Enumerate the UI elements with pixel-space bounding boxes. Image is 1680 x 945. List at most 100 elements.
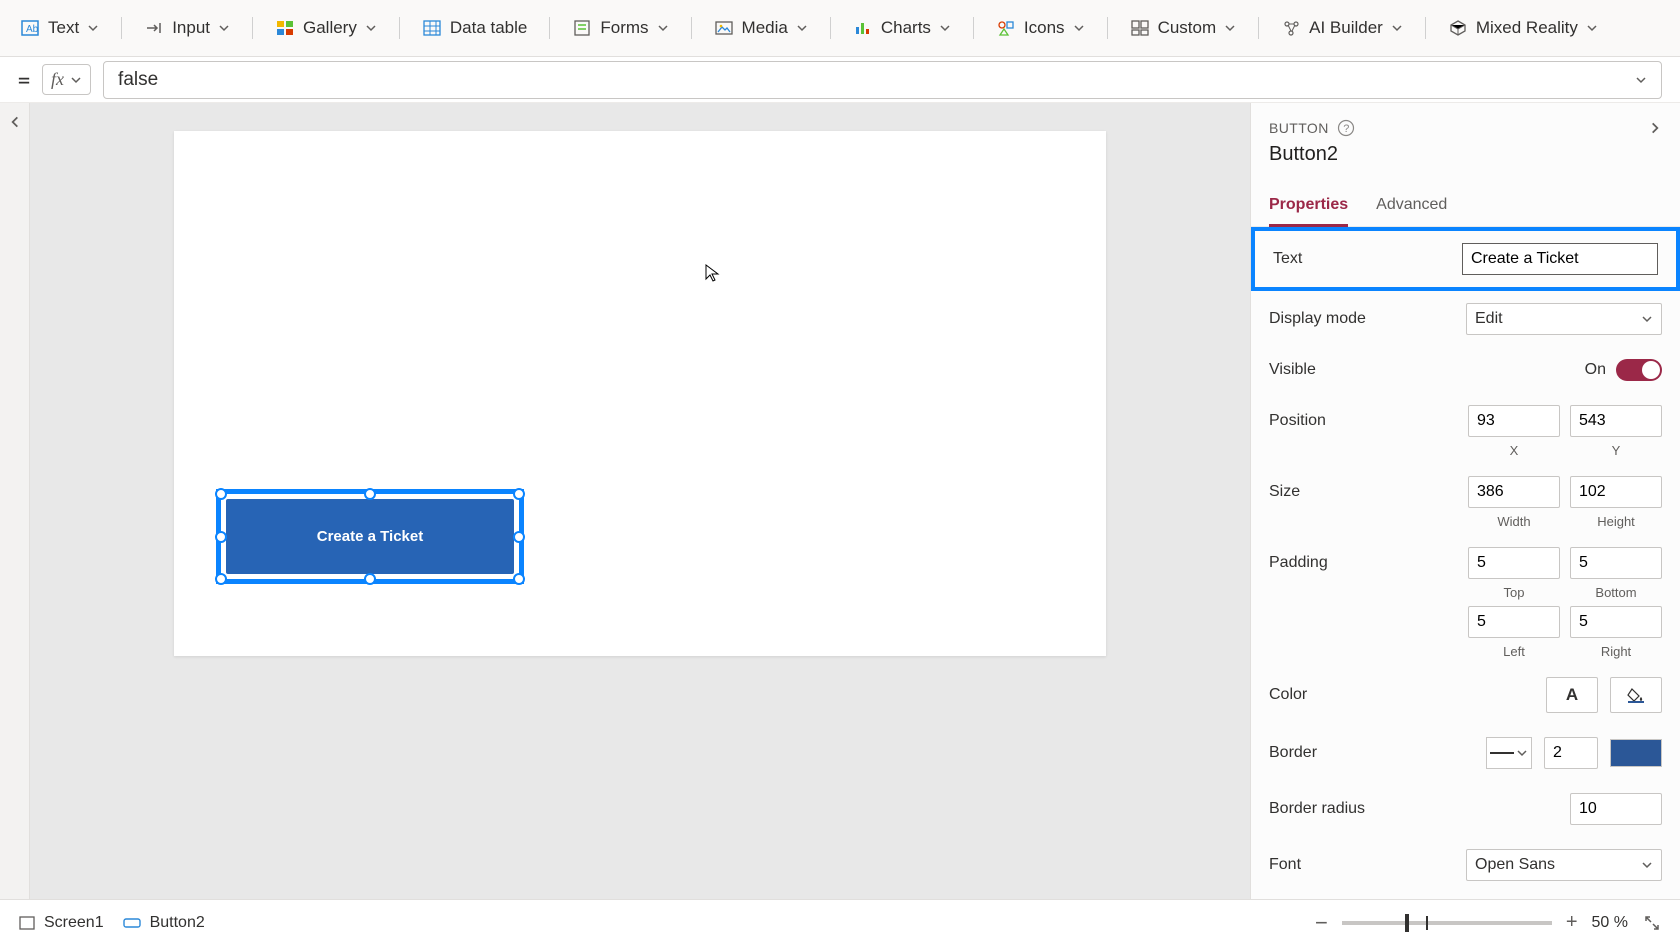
ai-icon — [1281, 19, 1301, 37]
resize-handle-t[interactable] — [364, 488, 376, 500]
resize-handle-b[interactable] — [364, 573, 376, 585]
position-y-input[interactable] — [1570, 405, 1662, 437]
zoom-in-button[interactable]: + — [1566, 911, 1578, 934]
sublabel-height: Height — [1570, 514, 1662, 529]
text-input[interactable] — [1462, 243, 1658, 275]
charts-icon — [853, 19, 873, 37]
prop-padding: Padding — [1251, 535, 1680, 591]
control-name: Button2 — [1269, 143, 1662, 166]
ribbon-charts[interactable]: Charts — [841, 12, 963, 44]
prop-label: Size — [1269, 483, 1300, 501]
ribbon-input[interactable]: Input — [132, 12, 242, 44]
chevron-down-icon — [1635, 74, 1647, 86]
padding-sublabels-2: Left Right — [1251, 644, 1680, 665]
border-color-swatch[interactable] — [1610, 739, 1662, 767]
display-mode-select[interactable]: Edit — [1466, 303, 1662, 335]
visible-toggle[interactable] — [1616, 359, 1662, 381]
ribbon-mixed-reality[interactable]: Mixed Reality — [1436, 12, 1610, 44]
ribbon-label: Charts — [881, 18, 931, 38]
fill-color-button[interactable] — [1610, 677, 1662, 713]
prop-label: Position — [1269, 412, 1326, 430]
ribbon-label: Text — [48, 18, 79, 38]
toggle-state: On — [1585, 361, 1606, 379]
padding-bottom-input[interactable] — [1570, 547, 1662, 579]
control-type-label: BUTTON — [1269, 120, 1329, 136]
chevron-down-icon — [365, 22, 377, 34]
breadcrumb-control[interactable]: Button2 — [122, 914, 205, 932]
ribbon-separator — [549, 17, 550, 39]
media-icon — [714, 19, 734, 37]
ribbon-datatable[interactable]: Data table — [410, 12, 540, 44]
selected-control-button[interactable]: Create a Ticket — [216, 489, 524, 584]
ribbon-forms[interactable]: Forms — [560, 12, 680, 44]
panel-tabs: Properties Advanced — [1251, 186, 1680, 227]
size-sublabels: Width Height — [1251, 514, 1680, 535]
input-icon — [144, 19, 164, 37]
text-icon: Ab — [20, 19, 40, 37]
ribbon-text[interactable]: Ab Text — [8, 12, 111, 44]
ribbon-ai-builder[interactable]: AI Builder — [1269, 12, 1415, 44]
chevron-down-icon — [1586, 22, 1598, 34]
prop-display-mode: Display mode Edit — [1251, 291, 1680, 347]
ribbon-separator — [252, 17, 253, 39]
resize-handle-r[interactable] — [513, 531, 525, 543]
resize-handle-l[interactable] — [215, 531, 227, 543]
chevron-down-icon — [796, 22, 808, 34]
fx-dropdown[interactable]: fx — [42, 64, 91, 95]
resize-handle-tl[interactable] — [215, 488, 227, 500]
zoom-slider[interactable] — [1342, 921, 1552, 925]
resize-handle-br[interactable] — [513, 573, 525, 585]
resize-handle-bl[interactable] — [215, 573, 227, 585]
ribbon-label: Icons — [1024, 18, 1065, 38]
fullscreen-icon[interactable] — [1642, 913, 1662, 933]
canvas-button-label: Create a Ticket — [226, 499, 514, 574]
prop-size: Size — [1251, 464, 1680, 520]
zoom-out-button[interactable]: − — [1315, 910, 1328, 936]
border-radius-input[interactable] — [1570, 793, 1662, 825]
fx-icon: fx — [51, 69, 64, 90]
prop-label: Font — [1269, 856, 1301, 874]
chevron-down-icon — [70, 74, 82, 86]
font-color-button[interactable]: A — [1546, 677, 1598, 713]
button-icon — [122, 916, 142, 930]
chevron-down-icon — [1641, 313, 1653, 325]
chevron-right-icon[interactable] — [1648, 121, 1662, 135]
prop-label: Color — [1269, 686, 1307, 704]
ribbon-custom[interactable]: Custom — [1118, 12, 1249, 44]
border-style-select[interactable] — [1486, 737, 1532, 769]
insert-ribbon: Ab Text Input Gallery Data table Forms M… — [0, 0, 1680, 57]
ribbon-label: Media — [742, 18, 788, 38]
chevron-down-icon — [939, 22, 951, 34]
chevron-left-icon[interactable] — [8, 115, 22, 129]
prop-label: Visible — [1269, 361, 1316, 379]
formula-input[interactable]: false — [103, 61, 1662, 99]
ribbon-separator — [830, 17, 831, 39]
tab-advanced[interactable]: Advanced — [1376, 186, 1447, 226]
padding-sublabels-1: Top Bottom — [1251, 585, 1680, 606]
breadcrumb-screen[interactable]: Screen1 — [18, 914, 104, 932]
prop-color: Color A — [1251, 665, 1680, 725]
canvas-viewport[interactable]: Create a Ticket — [30, 103, 1250, 899]
prop-text: Text — [1251, 227, 1680, 291]
resize-handle-tr[interactable] — [513, 488, 525, 500]
position-x-input[interactable] — [1468, 405, 1560, 437]
chevron-down-icon — [87, 22, 99, 34]
border-width-input[interactable] — [1544, 737, 1598, 769]
padding-left-input[interactable] — [1468, 606, 1560, 638]
tab-properties[interactable]: Properties — [1269, 186, 1348, 226]
size-height-input[interactable] — [1570, 476, 1662, 508]
ribbon-media[interactable]: Media — [702, 12, 820, 44]
prop-position: Position — [1251, 393, 1680, 449]
padding-right-input[interactable] — [1570, 606, 1662, 638]
ribbon-gallery[interactable]: Gallery — [263, 12, 389, 44]
size-width-input[interactable] — [1468, 476, 1560, 508]
prop-visible: Visible On — [1251, 347, 1680, 393]
screen-canvas[interactable]: Create a Ticket — [174, 131, 1106, 656]
custom-icon — [1130, 19, 1150, 37]
prop-border: Border — [1251, 725, 1680, 781]
font-select[interactable]: Open Sans — [1466, 849, 1662, 881]
help-icon[interactable]: ? — [1337, 119, 1355, 137]
padding-top-input[interactable] — [1468, 547, 1560, 579]
ribbon-icons[interactable]: Icons — [984, 12, 1097, 44]
formula-value: false — [118, 69, 158, 91]
